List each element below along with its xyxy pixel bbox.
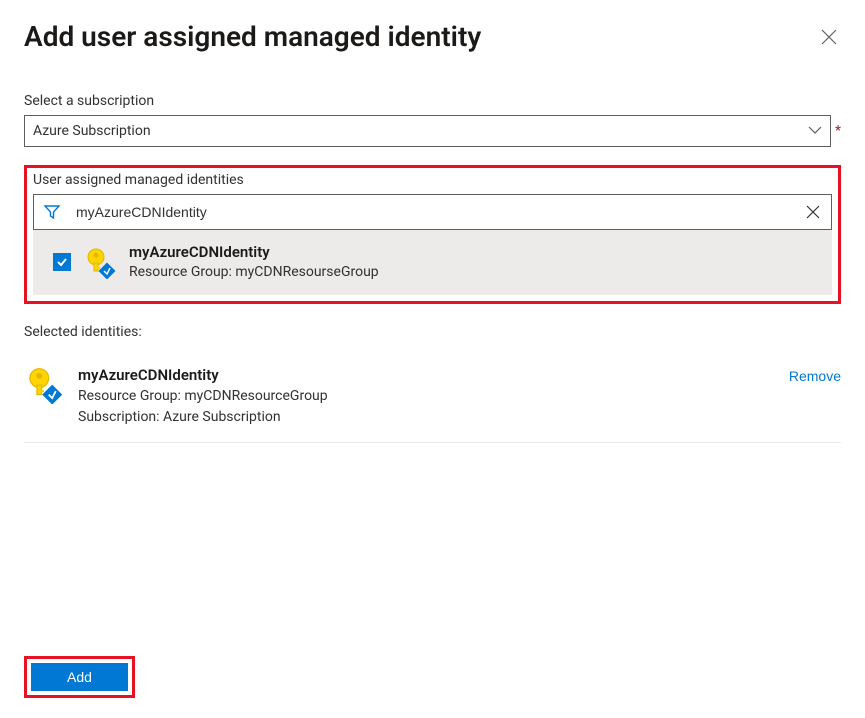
selected-label: Selected identities: (24, 324, 841, 340)
identity-info: myAzureCDNIdentity Resource Group: myCDN… (129, 242, 379, 283)
selected-resource-group: Resource Group: myCDNResourceGroup (78, 386, 775, 407)
remove-button[interactable]: Remove (789, 368, 841, 384)
subscription-value: Azure Subscription (33, 123, 151, 139)
filter-input[interactable] (70, 204, 795, 220)
clear-filter-button[interactable] (795, 205, 831, 219)
add-highlight-box: Add (24, 656, 135, 698)
selected-identity-row: myAzureCDNIdentity Resource Group: myCDN… (24, 346, 841, 444)
selected-identity-name: myAzureCDNIdentity (78, 364, 775, 387)
identities-label: User assigned managed identities (33, 172, 832, 188)
subscription-dropdown[interactable]: Azure Subscription (24, 115, 831, 147)
close-icon (821, 29, 837, 45)
selected-subscription: Subscription: Azure Subscription (78, 407, 775, 428)
subscription-label: Select a subscription (24, 93, 841, 109)
close-button[interactable] (817, 25, 841, 49)
selected-info: myAzureCDNIdentity Resource Group: myCDN… (78, 364, 775, 429)
close-icon (806, 205, 820, 219)
panel-header: Add user assigned managed identity (24, 20, 841, 53)
panel-title: Add user assigned managed identity (24, 20, 481, 53)
filter-row (33, 194, 832, 230)
identity-result-row[interactable]: myAzureCDNIdentity Resource Group: myCDN… (33, 230, 832, 295)
identity-name: myAzureCDNIdentity (129, 242, 379, 263)
subscription-section: Select a subscription Azure Subscription… (24, 93, 841, 147)
managed-identity-icon (24, 364, 64, 404)
footer: Add (24, 656, 135, 698)
check-icon (56, 256, 68, 268)
subscription-row: Azure Subscription * (24, 115, 841, 147)
selected-section: Selected identities: myAzureCDNIdentity … (24, 324, 841, 444)
add-button[interactable]: Add (31, 663, 128, 691)
chevron-down-icon (808, 124, 822, 138)
identity-resource-group: Resource Group: myCDNResourseGroup (129, 263, 379, 283)
identities-highlight-box: User assigned managed identities myAzure… (24, 165, 841, 304)
required-indicator: * (835, 123, 841, 139)
identity-checkbox[interactable] (53, 253, 71, 271)
managed-identity-icon (83, 245, 117, 279)
filter-icon (34, 203, 70, 221)
